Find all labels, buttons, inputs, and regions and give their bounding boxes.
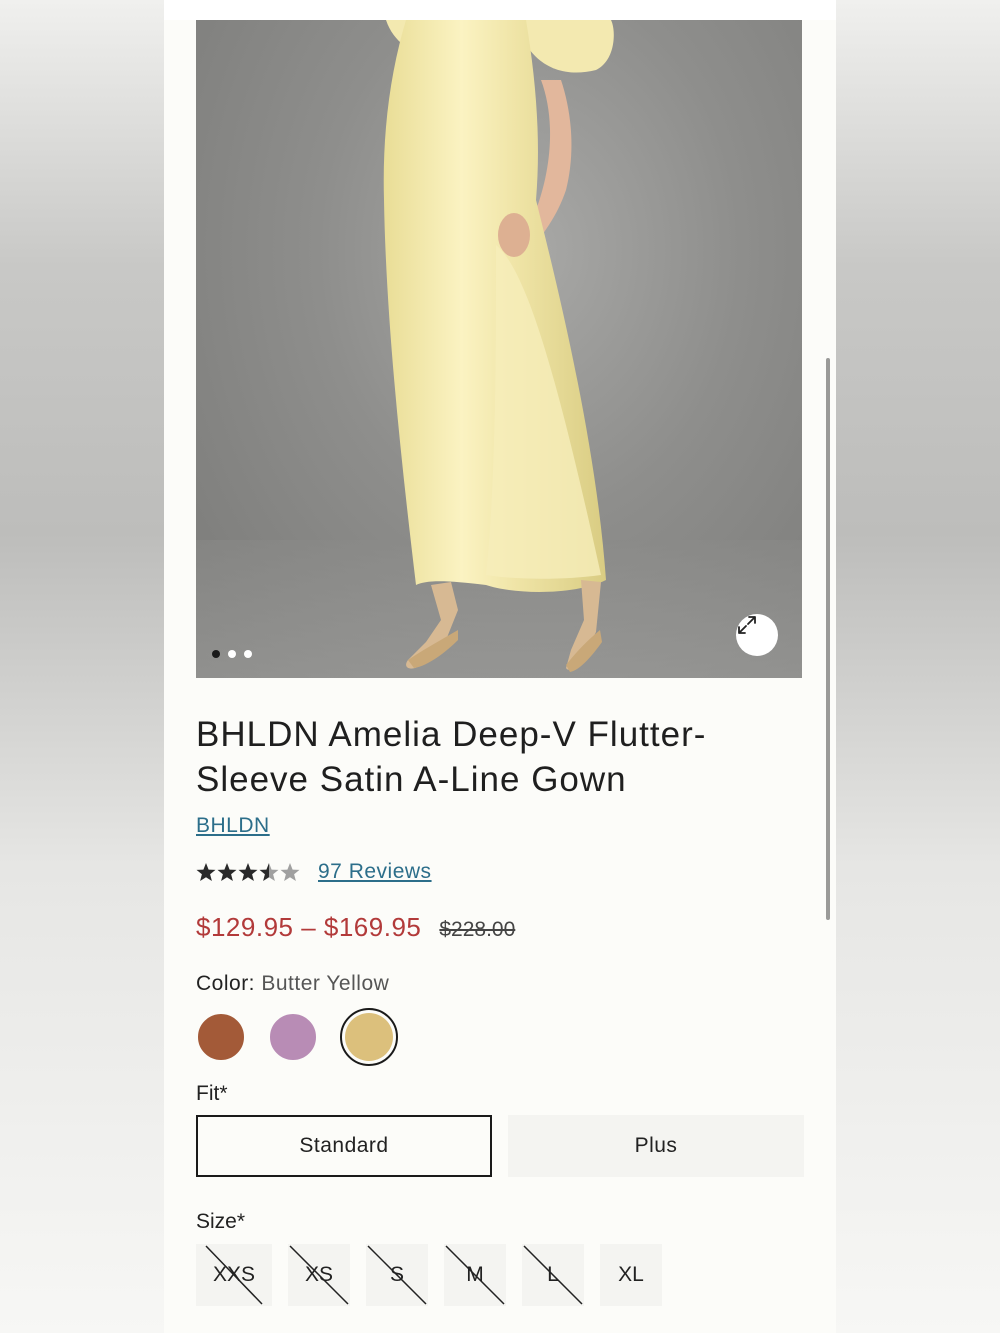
background-right <box>836 0 1000 1333</box>
size-m-button[interactable]: M <box>444 1244 506 1306</box>
fit-plus-button[interactable]: Plus <box>508 1115 804 1177</box>
fit-standard-button[interactable]: Standard <box>196 1115 492 1177</box>
unavailable-strike-icon <box>289 1245 349 1305</box>
size-s-button[interactable]: S <box>366 1244 428 1306</box>
color-swatch-butter-yellow[interactable] <box>340 1008 398 1066</box>
fit-label: Fit* <box>196 1082 228 1105</box>
reviews-link[interactable]: 97 Reviews <box>318 860 432 884</box>
fit-options: Standard Plus <box>196 1115 804 1177</box>
gallery-dot[interactable] <box>244 650 252 658</box>
product-page: BHLDN Amelia Deep-V Flutter-Sleeve Satin… <box>164 0 836 1333</box>
product-rating: 97 Reviews <box>196 860 432 884</box>
size-label: Size* <box>196 1210 246 1233</box>
selected-color-name: Butter Yellow <box>261 972 390 995</box>
unavailable-strike-icon <box>523 1245 583 1305</box>
product-title: BHLDN Amelia Deep-V Flutter-Sleeve Satin… <box>196 715 707 799</box>
gallery-dot[interactable] <box>212 650 220 658</box>
gown-photo <box>196 20 802 678</box>
gallery-dot[interactable] <box>228 650 236 658</box>
brand-link[interactable]: BHLDN <box>196 814 270 838</box>
product-image[interactable] <box>196 20 802 678</box>
expand-button[interactable] <box>736 614 778 656</box>
size-label-text: XL <box>618 1263 644 1286</box>
color-swatch-brown[interactable] <box>196 1012 246 1062</box>
color-label: Color: Butter Yellow <box>196 972 389 996</box>
size-xs-button[interactable]: XS <box>288 1244 350 1306</box>
size-xxs-button[interactable]: XXS <box>196 1244 272 1306</box>
header-strip <box>164 0 836 20</box>
expand-icon <box>738 616 756 634</box>
unavailable-strike-icon <box>205 1245 263 1305</box>
scrollbar[interactable] <box>826 358 830 920</box>
color-swatches <box>196 1008 398 1066</box>
sale-price: $129.95 – $169.95 <box>196 912 422 942</box>
gallery-pagination <box>212 650 252 658</box>
size-xl-button[interactable]: XL <box>600 1244 662 1306</box>
unavailable-strike-icon <box>445 1245 505 1305</box>
size-l-button[interactable]: L <box>522 1244 584 1306</box>
price-block: $129.95 – $169.95 $228.00 <box>196 912 515 943</box>
original-price: $228.00 <box>439 918 516 941</box>
size-options: XXS XS S M L XL <box>196 1244 678 1306</box>
color-swatch-lilac[interactable] <box>268 1012 318 1062</box>
unavailable-strike-icon <box>367 1245 427 1305</box>
color-label-text: Color: <box>196 972 256 995</box>
swatch-fill <box>345 1013 393 1061</box>
background-left <box>0 0 164 1333</box>
stars-icon <box>196 863 300 881</box>
star-rating <box>196 861 302 883</box>
